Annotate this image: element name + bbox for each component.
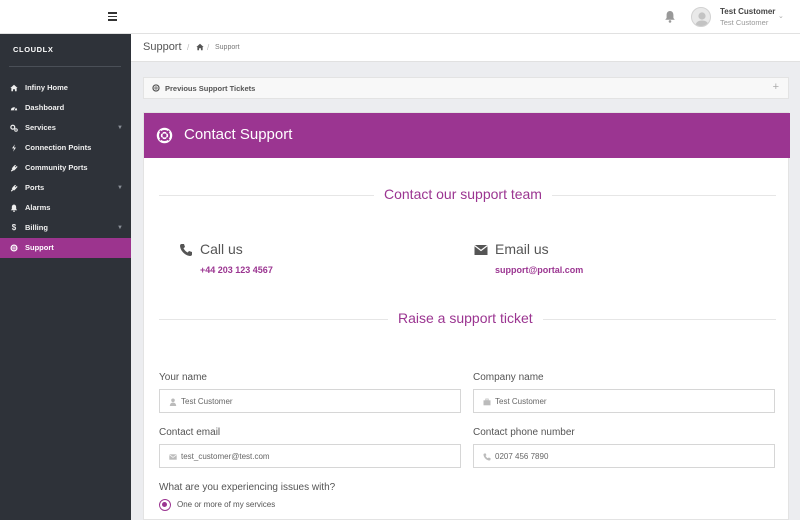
sidebar-item-community-ports[interactable]: Community Ports bbox=[0, 158, 131, 178]
sidebar-item-label: Billing bbox=[25, 223, 48, 232]
email-value: test_customer@test.com bbox=[181, 452, 270, 461]
page-title: Support bbox=[143, 41, 182, 53]
issue-option-label[interactable]: One or more of my services bbox=[177, 500, 275, 509]
support-email-link[interactable]: support@portal.com bbox=[495, 265, 583, 275]
chevron-down-icon: ▼ bbox=[117, 185, 123, 191]
phone-value: 0207 456 7890 bbox=[495, 452, 549, 461]
user-silhouette-icon bbox=[695, 12, 709, 26]
contact-team-heading: Contact our support team bbox=[374, 186, 552, 202]
dashboard-icon bbox=[10, 107, 18, 111]
sidebar-item-label: Alarms bbox=[25, 203, 51, 212]
brand-logo[interactable]: CLOUDLX bbox=[13, 45, 53, 54]
notifications-bell-icon[interactable] bbox=[664, 10, 676, 23]
panel-header: Contact Support bbox=[144, 113, 790, 158]
sidebar-item-label: Services bbox=[25, 123, 56, 132]
company-label: Company name bbox=[473, 372, 544, 383]
life-ring-icon bbox=[10, 244, 18, 252]
top-header: Test Customer Test Customer ⌄ bbox=[0, 0, 800, 34]
breadcrumb-separator: / bbox=[187, 43, 190, 52]
email-label: Contact email bbox=[159, 427, 221, 438]
email-field[interactable]: test_customer@test.com bbox=[159, 444, 461, 468]
previous-tickets-title: Previous Support Tickets bbox=[165, 84, 256, 93]
email-us-label: Email us bbox=[495, 241, 549, 257]
sidebar-item-label: Infiny Home bbox=[25, 83, 68, 92]
sidebar-nav: Infiny Home Dashboard Services ▼ Connect… bbox=[0, 78, 131, 258]
cogs-icon bbox=[10, 124, 18, 132]
name-label: Your name bbox=[159, 372, 207, 383]
name-value: Test Customer bbox=[181, 397, 233, 406]
expand-plus-icon[interactable]: + bbox=[773, 81, 779, 93]
user-icon bbox=[169, 398, 177, 406]
sidebar: CLOUDLX Infiny Home Dashboard Services ▼… bbox=[0, 34, 131, 520]
breadcrumb: Support / / Support bbox=[131, 34, 800, 62]
chevron-down-icon: ▼ bbox=[117, 225, 123, 231]
life-ring-icon bbox=[152, 84, 160, 92]
issue-radio-services[interactable] bbox=[159, 499, 171, 511]
sidebar-item-label: Community Ports bbox=[25, 163, 88, 172]
sidebar-item-connection-points[interactable]: Connection Points bbox=[0, 138, 131, 158]
user-avatar[interactable] bbox=[691, 7, 711, 27]
raise-ticket-heading: Raise a support ticket bbox=[388, 310, 543, 326]
home-icon bbox=[10, 84, 18, 92]
company-field[interactable]: Test Customer bbox=[473, 389, 775, 413]
envelope-icon bbox=[169, 454, 177, 460]
name-field[interactable]: Test Customer bbox=[159, 389, 461, 413]
breadcrumb-current: Support bbox=[215, 44, 240, 51]
sidebar-item-support[interactable]: Support bbox=[0, 238, 131, 258]
user-menu[interactable]: Test Customer Test Customer bbox=[720, 7, 775, 28]
plug-icon bbox=[10, 184, 18, 192]
briefcase-icon bbox=[483, 398, 491, 406]
bell-icon bbox=[10, 204, 18, 212]
issue-question: What are you experiencing issues with? bbox=[159, 482, 336, 493]
sidebar-item-alarms[interactable]: Alarms bbox=[0, 198, 131, 218]
divider bbox=[9, 66, 121, 67]
phone-field[interactable]: 0207 456 7890 bbox=[473, 444, 775, 468]
sidebar-item-dashboard[interactable]: Dashboard bbox=[0, 98, 131, 118]
sidebar-item-label: Support bbox=[25, 243, 54, 252]
breadcrumb-separator: / bbox=[207, 43, 210, 52]
envelope-icon bbox=[474, 245, 488, 255]
previous-tickets-panel[interactable]: Previous Support Tickets + bbox=[143, 77, 789, 99]
sidebar-item-label: Ports bbox=[25, 183, 45, 192]
life-ring-icon bbox=[156, 127, 173, 144]
user-role: Test Customer bbox=[720, 18, 769, 27]
support-phone-link[interactable]: +44 203 123 4567 bbox=[200, 265, 273, 275]
phone-label: Contact phone number bbox=[473, 427, 575, 438]
sidebar-item-label: Dashboard bbox=[25, 103, 65, 112]
panel-title: Contact Support bbox=[184, 126, 293, 143]
user-menu-caret-icon[interactable]: ⌄ bbox=[778, 12, 784, 20]
plug-icon bbox=[10, 164, 18, 172]
bolt-icon bbox=[12, 144, 16, 152]
phone-icon bbox=[180, 244, 192, 256]
call-us-label: Call us bbox=[200, 241, 243, 257]
company-value: Test Customer bbox=[495, 397, 547, 406]
contact-support-panel: Contact Support Contact our support team… bbox=[143, 112, 790, 520]
sidebar-item-ports[interactable]: Ports ▼ bbox=[0, 178, 131, 198]
user-name: Test Customer bbox=[720, 7, 776, 16]
phone-icon bbox=[483, 453, 491, 461]
sidebar-item-label: Connection Points bbox=[25, 143, 92, 152]
sidebar-item-services[interactable]: Services ▼ bbox=[0, 118, 131, 138]
chevron-down-icon: ▼ bbox=[117, 125, 123, 131]
home-icon[interactable] bbox=[196, 43, 204, 51]
sidebar-item-infiny-home[interactable]: Infiny Home bbox=[0, 78, 131, 98]
dollar-icon: $ bbox=[11, 223, 17, 232]
sidebar-item-billing[interactable]: $ Billing ▼ bbox=[0, 218, 131, 238]
menu-toggle-icon[interactable] bbox=[108, 10, 119, 22]
